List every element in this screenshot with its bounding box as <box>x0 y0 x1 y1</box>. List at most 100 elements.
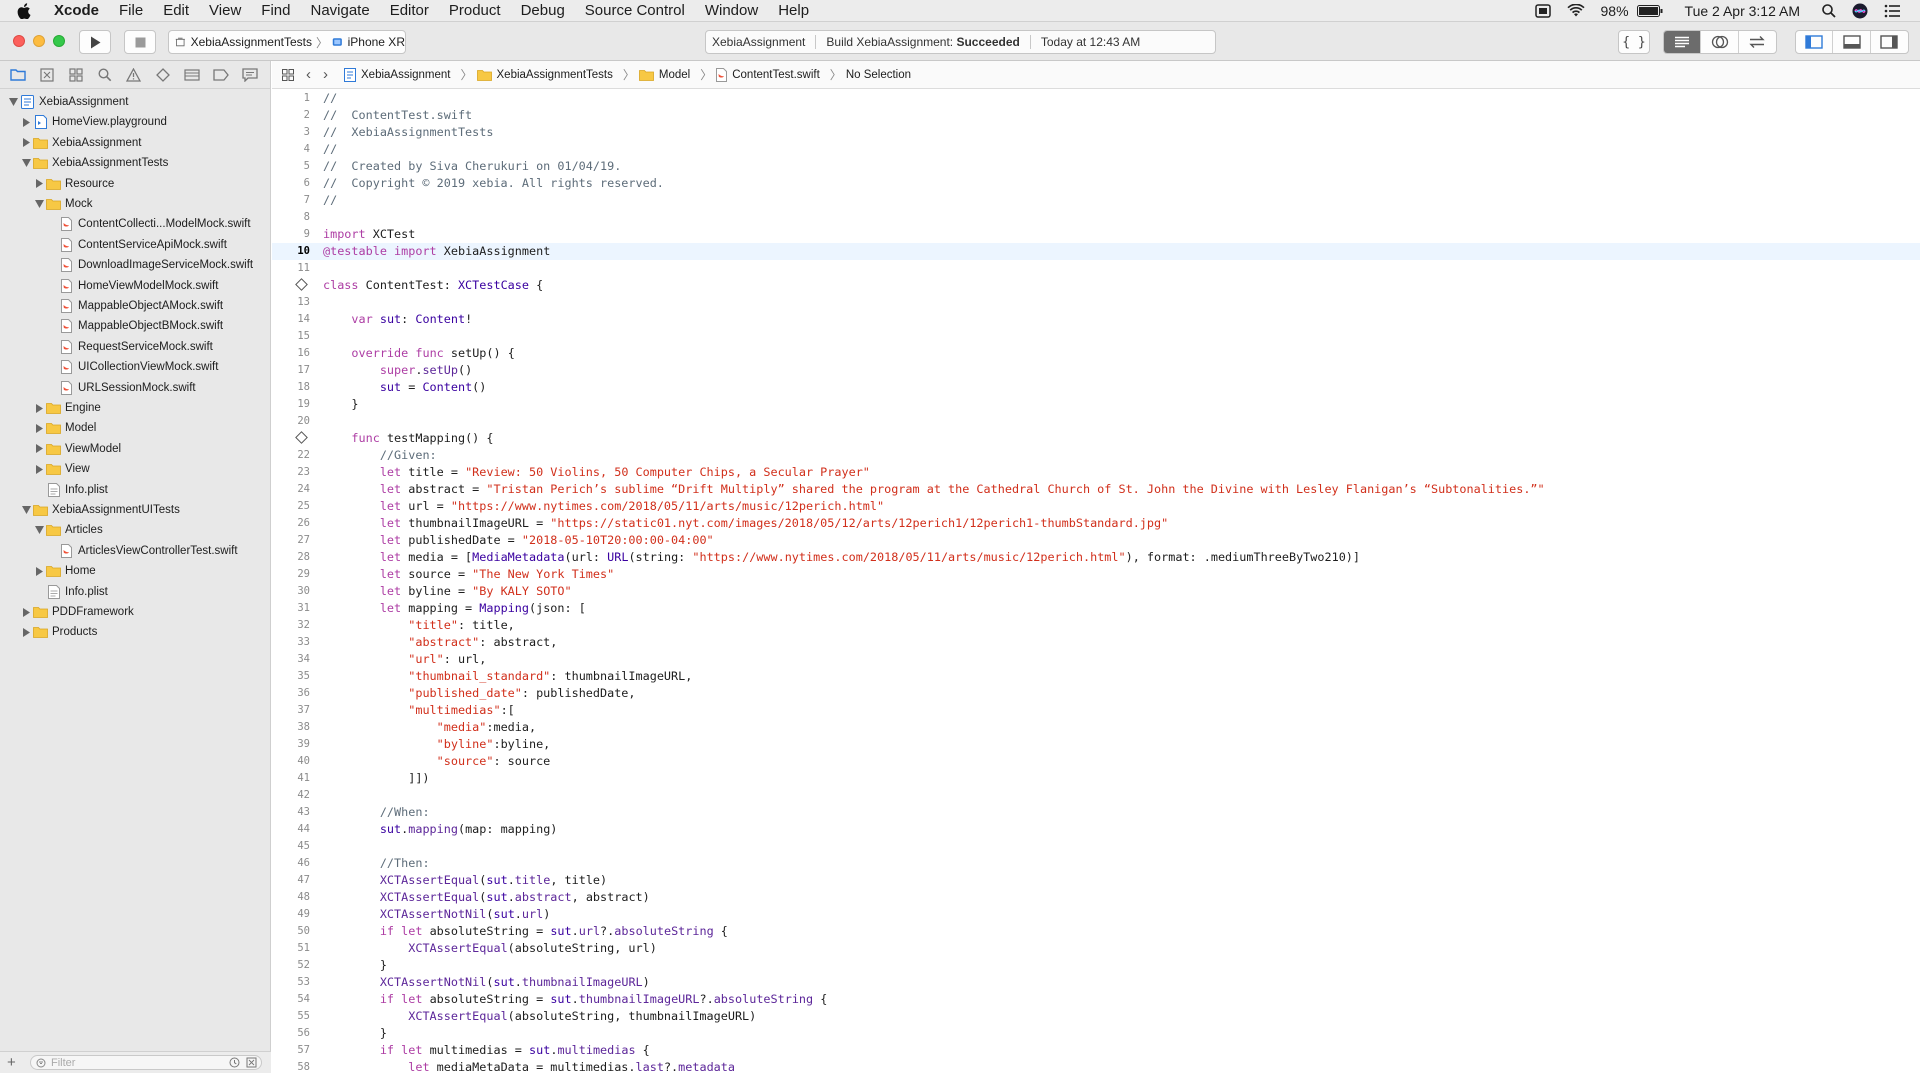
code-line[interactable]: 13 <box>272 294 1920 311</box>
navigator-item[interactable]: Engine <box>34 398 101 418</box>
window-zoom-button[interactable] <box>53 35 65 47</box>
code-line[interactable]: 39 "byline":byline, <box>272 736 1920 753</box>
navigator-item[interactable]: ViewModel <box>34 439 121 459</box>
navigator-item[interactable]: XebiaAssignmentUITests <box>21 500 180 520</box>
disclosure-open-icon[interactable] <box>34 525 44 535</box>
navigator-item[interactable]: Info.plist <box>34 582 108 602</box>
code-line[interactable]: 31 let mapping = Mapping(json: [ <box>272 600 1920 617</box>
toggle-debug-area-button[interactable] <box>1833 31 1871 53</box>
code-line[interactable]: 43 //When: <box>272 804 1920 821</box>
disclosure-closed-icon[interactable] <box>21 117 31 127</box>
code-line[interactable]: func testMapping() { <box>272 430 1920 447</box>
navigator-item[interactable]: RequestServiceMock.swift <box>47 337 213 357</box>
code-line[interactable]: 37 "multimedias":[ <box>272 702 1920 719</box>
source-editor[interactable]: 1 // 2 // ContentTest.swift 3 // XebiaAssignm… <box>272 89 1920 1073</box>
navigator-item[interactable]: URLSessionMock.swift <box>47 378 196 398</box>
code-line[interactable]: 52 } <box>272 957 1920 974</box>
code-line[interactable]: 29 let source = "The New York Times" <box>272 566 1920 583</box>
code-line[interactable]: 55 XCTAssertEqual(absoluteString, thumbn… <box>272 1008 1920 1025</box>
menu-editor[interactable]: Editor <box>380 0 439 22</box>
window-minimize-button[interactable] <box>33 35 45 47</box>
navigator-item[interactable]: PDDFramework <box>21 602 134 622</box>
breakpoint-navigator-tab-icon[interactable] <box>212 65 231 85</box>
source-control-navigator-tab-icon[interactable] <box>37 65 56 85</box>
code-line[interactable]: 27 let publishedDate = "2018-05-10T20:00… <box>272 532 1920 549</box>
code-line[interactable]: 42 <box>272 787 1920 804</box>
code-line[interactable]: 28 let media = [MediaMetadata(url: URL(s… <box>272 549 1920 566</box>
related-items-icon[interactable] <box>282 68 294 81</box>
stop-button[interactable] <box>124 30 156 54</box>
disclosure-closed-icon[interactable] <box>21 607 31 617</box>
code-line[interactable]: 17 super.setUp() <box>272 362 1920 379</box>
code-line[interactable]: 49 XCTAssertNotNil(sut.url) <box>272 906 1920 923</box>
navigator-item[interactable]: UICollectionViewMock.swift <box>47 357 218 377</box>
run-button[interactable] <box>79 30 111 54</box>
navigator-item[interactable]: Home <box>34 561 96 581</box>
navigator-item[interactable]: MappableObjectBMock.swift <box>47 316 223 336</box>
code-line[interactable]: 7 // <box>272 192 1920 209</box>
code-line[interactable]: 23 let title = "Review: 50 Violins, 50 C… <box>272 464 1920 481</box>
version-editor-button[interactable] <box>1739 31 1776 53</box>
menu-debug[interactable]: Debug <box>511 0 575 22</box>
menu-source-control[interactable]: Source Control <box>575 0 695 22</box>
code-line[interactable]: 10 @testable import XebiaAssignment <box>272 243 1920 260</box>
disclosure-closed-icon[interactable] <box>21 138 31 148</box>
breadcrumb-symbol[interactable]: No Selection <box>846 69 911 81</box>
debug-navigator-tab-icon[interactable] <box>183 65 202 85</box>
filter-field[interactable]: Filter <box>30 1055 262 1070</box>
code-line[interactable]: 18 sut = Content() <box>272 379 1920 396</box>
code-line[interactable]: 46 //Then: <box>272 855 1920 872</box>
code-line[interactable]: 36 "published_date": publishedDate, <box>272 685 1920 702</box>
run-test-diamond-icon[interactable] <box>295 278 308 291</box>
code-line[interactable]: 50 if let absoluteString = sut.url?.abso… <box>272 923 1920 940</box>
disclosure-open-icon[interactable] <box>8 97 18 107</box>
window-close-button[interactable] <box>13 35 25 47</box>
disclosure-open-icon[interactable] <box>21 505 31 515</box>
code-line[interactable]: 1 // <box>272 90 1920 107</box>
navigator-item[interactable]: MappableObjectAMock.swift <box>47 296 223 316</box>
menu-clock[interactable]: Tue 2 Apr 3:12 AM <box>1671 3 1814 19</box>
navigator-item[interactable]: HomeViewModelMock.swift <box>47 276 218 296</box>
scm-filter-icon[interactable] <box>246 1057 257 1068</box>
code-line[interactable]: 6 // Copyright © 2019 xebia. All rights r… <box>272 175 1920 192</box>
code-line[interactable]: 51 XCTAssertEqual(absoluteString, url) <box>272 940 1920 957</box>
navigator-item[interactable]: View <box>34 459 90 479</box>
code-line[interactable]: 35 "thumbnail_standard": thumbnailImageU… <box>272 668 1920 685</box>
navigator-item[interactable]: XebiaAssignment <box>8 92 129 112</box>
assistant-editor-button[interactable] <box>1701 31 1739 53</box>
disclosure-closed-icon[interactable] <box>34 423 44 433</box>
code-line[interactable]: 14 var sut: Content! <box>272 311 1920 328</box>
menu-product[interactable]: Product <box>439 0 511 22</box>
code-line[interactable]: 19 } <box>272 396 1920 413</box>
navigator-item[interactable]: ContentCollecti...ModelMock.swift <box>47 214 251 234</box>
standard-editor-button[interactable] <box>1664 31 1702 53</box>
navigator-item[interactable]: Info.plist <box>34 480 108 500</box>
scheme-selector[interactable]: XebiaAssignmentTests 〉 iPhone XR <box>168 30 406 54</box>
battery-icon[interactable] <box>1636 4 1671 17</box>
menu-window[interactable]: Window <box>695 0 768 22</box>
wifi-icon[interactable] <box>1559 4 1593 17</box>
code-line[interactable]: 33 "abstract": abstract, <box>272 634 1920 651</box>
breadcrumb-group-model[interactable]: Model <box>638 69 690 81</box>
code-line[interactable]: 38 "media":media, <box>272 719 1920 736</box>
code-line[interactable]: 32 "title": title, <box>272 617 1920 634</box>
toggle-inspector-button[interactable] <box>1871 31 1908 53</box>
code-line[interactable]: 40 "source": source <box>272 753 1920 770</box>
code-line[interactable]: 47 XCTAssertEqual(sut.title, title) <box>272 872 1920 889</box>
code-line[interactable]: 56 } <box>272 1025 1920 1042</box>
code-line[interactable]: 22 //Given: <box>272 447 1920 464</box>
code-line[interactable]: 25 let url = "https://www.nytimes.com/20… <box>272 498 1920 515</box>
menu-file[interactable]: File <box>109 0 153 22</box>
report-navigator-tab-icon[interactable] <box>241 65 260 85</box>
battery-percent[interactable]: 98% <box>1593 3 1637 19</box>
breadcrumb-file[interactable]: ContentTest.swift <box>716 67 820 82</box>
code-line[interactable]: 5 // Created by Siva Cherukuri on 01/04/1… <box>272 158 1920 175</box>
navigator-item[interactable]: Mock <box>34 194 92 214</box>
code-line[interactable]: 4 // <box>272 141 1920 158</box>
code-line[interactable]: 26 let thumbnailImageURL = "https://stat… <box>272 515 1920 532</box>
back-arrow-icon[interactable]: ‹ <box>306 66 311 83</box>
menu-help[interactable]: Help <box>768 0 819 22</box>
library-button[interactable]: { } <box>1618 30 1650 54</box>
navigator-item[interactable]: Model <box>34 418 96 438</box>
menu-find[interactable]: Find <box>251 0 300 22</box>
